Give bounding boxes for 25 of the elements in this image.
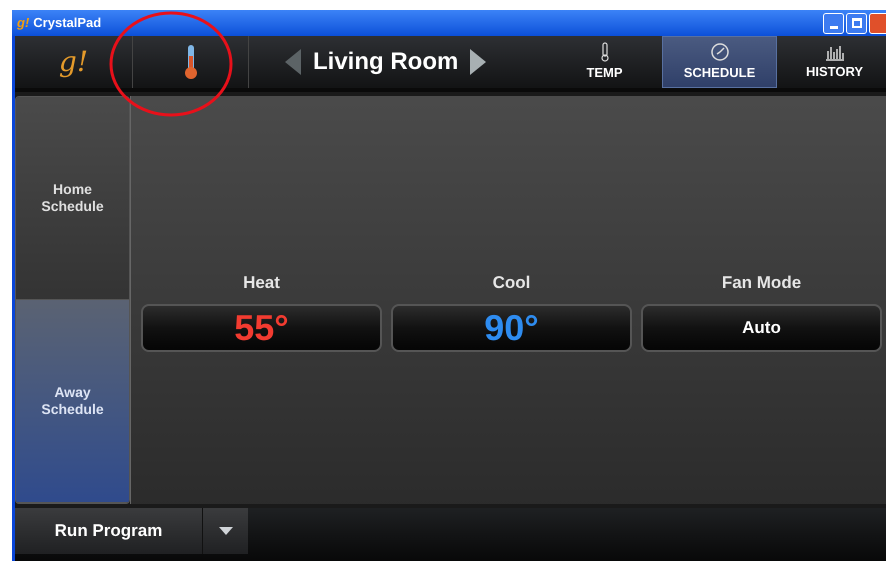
tab[interactable]: TEMP: [547, 36, 662, 88]
setting-label: Heat: [243, 272, 280, 294]
fan-setting-field[interactable]: Auto: [641, 304, 882, 352]
minimize-button[interactable]: [823, 12, 844, 34]
room-name: Living Room: [313, 47, 458, 77]
logo: g!: [58, 44, 88, 80]
tab[interactable]: SCHEDULE: [662, 36, 777, 88]
previous-room-arrow[interactable]: [285, 49, 301, 75]
maximize-button[interactable]: [846, 12, 867, 34]
schedule-tab[interactable]: Home Schedule: [16, 97, 129, 300]
window-title: CrystalPad: [33, 14, 102, 32]
clock-icon: [710, 42, 730, 62]
setting-label: Fan Mode: [722, 272, 802, 294]
app-icon: g!: [17, 13, 30, 33]
setting-label: Cool: [492, 272, 530, 294]
close-button[interactable]: [869, 12, 886, 34]
next-room-arrow[interactable]: [470, 49, 486, 75]
run-program-button[interactable]: Run Program: [15, 508, 203, 554]
heat-setting-field[interactable]: 55°: [141, 304, 382, 352]
cool-setting-field[interactable]: 90°: [391, 304, 632, 352]
tab[interactable]: HISTORY: [777, 36, 886, 88]
thermometer-icon: [600, 42, 610, 62]
thermometer-icon[interactable]: [184, 44, 198, 80]
schedule-tab[interactable]: Away Schedule: [16, 300, 129, 503]
dropdown-button[interactable]: [203, 508, 248, 554]
